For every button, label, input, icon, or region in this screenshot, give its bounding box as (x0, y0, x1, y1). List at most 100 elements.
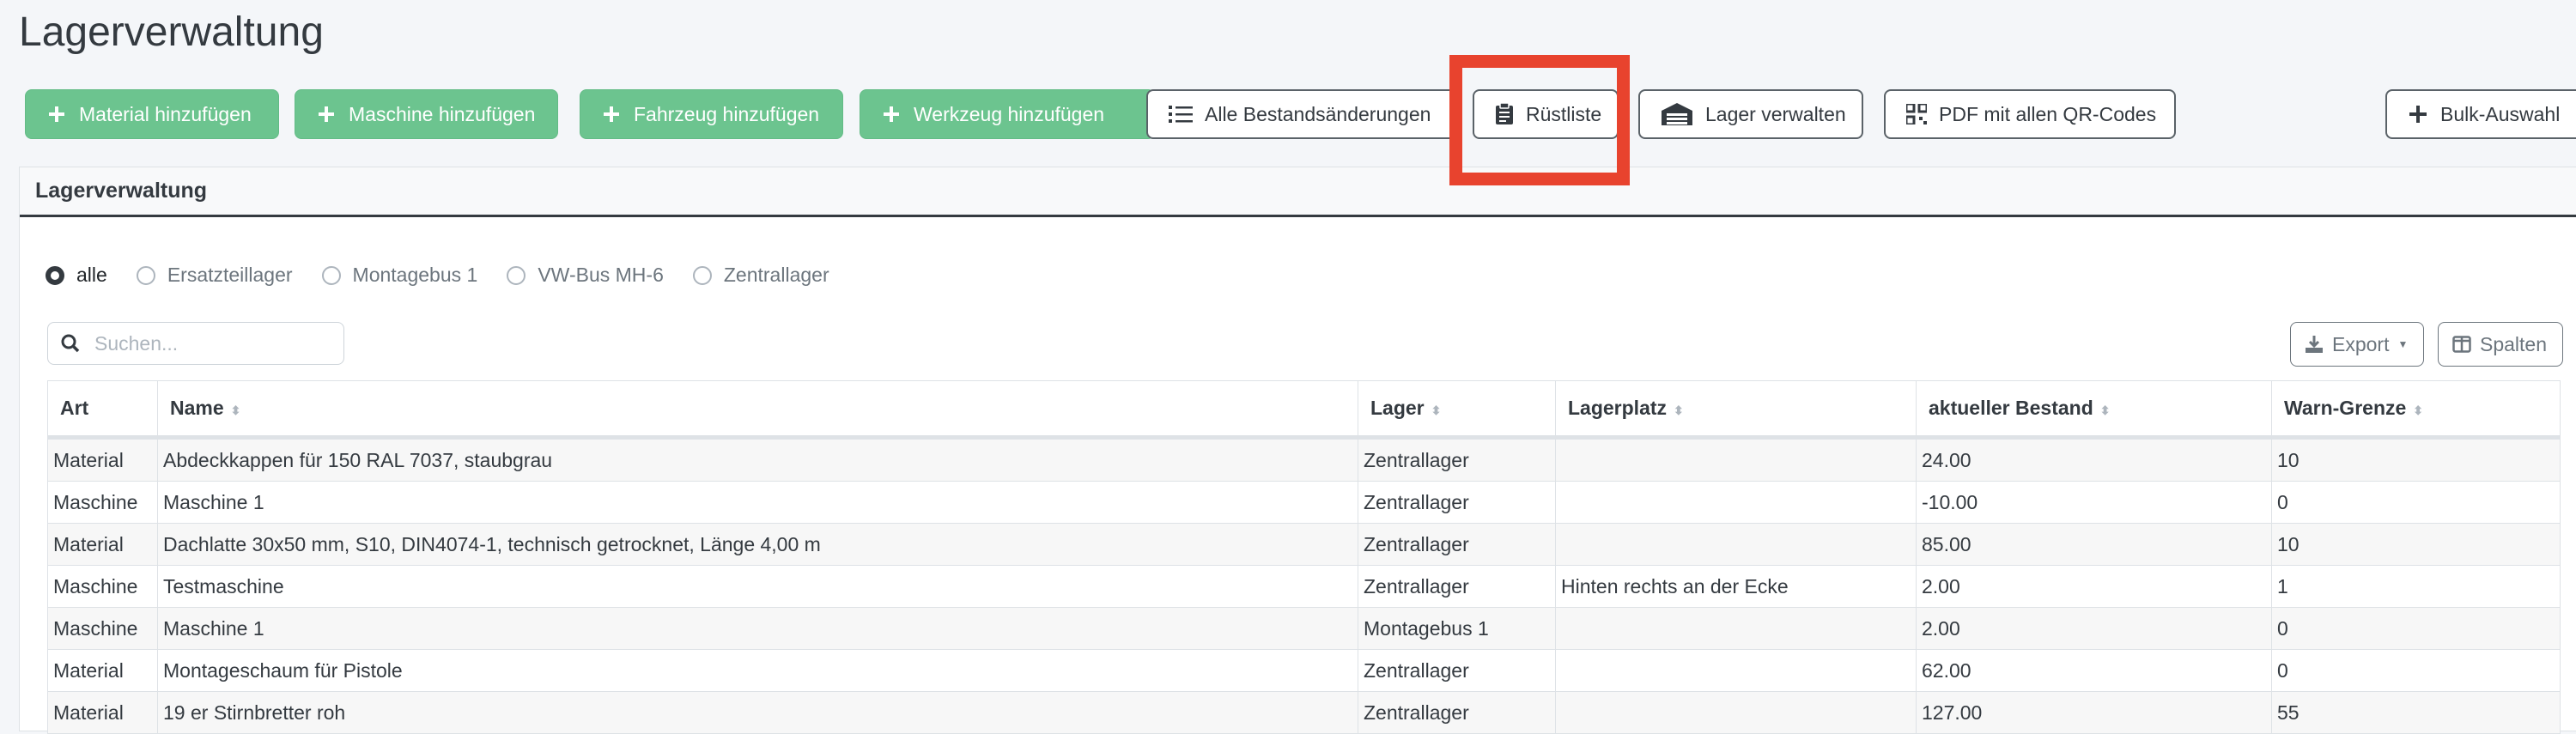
cell-lager: Zentrallager (1358, 565, 1556, 608)
columns-icon (2452, 336, 2471, 353)
add-tool-button[interactable]: Werkzeug hinzufügen (860, 89, 1155, 139)
columns-button[interactable]: Spalten (2438, 322, 2563, 367)
table-row[interactable]: Maschine Testmaschine Zentrallager Hinte… (47, 565, 2561, 608)
add-vehicle-button[interactable]: Fahrzeug hinzufügen (580, 89, 843, 139)
column-header-lagerplatz[interactable]: Lagerplatz ⬍ (1555, 380, 1917, 440)
cell-lager: Montagebus 1 (1358, 607, 1556, 650)
sort-icon: ⬍ (2099, 403, 2111, 417)
cell-name: Maschine 1 (157, 607, 1358, 650)
add-material-label: Material hinzufügen (79, 102, 252, 125)
cell-art: Maschine (47, 481, 158, 524)
cell-warn-grenze: 0 (2271, 649, 2561, 692)
plus-icon (319, 106, 334, 122)
cell-lager: Zentrallager (1358, 691, 1556, 734)
cell-bestand: 62.00 (1916, 649, 2272, 692)
caret-down-icon: ▼ (2397, 338, 2409, 350)
sort-icon: ⬍ (230, 403, 241, 417)
cell-lager: Zentrallager (1358, 437, 1556, 482)
qr-code-icon (1906, 104, 1927, 124)
all-changes-label: Alle Bestandsänderungen (1205, 102, 1431, 125)
bulk-select-label: Bulk-Auswahl (2440, 102, 2561, 125)
add-tool-label: Werkzeug hinzufügen (914, 102, 1105, 125)
warehouse-icon (1662, 103, 1692, 125)
cell-bestand: -10.00 (1916, 481, 2272, 524)
manage-storage-button[interactable]: Lager verwalten (1638, 89, 1863, 139)
column-header-art[interactable]: Art (47, 380, 158, 440)
cell-lager: Zentrallager (1358, 481, 1556, 524)
search-input[interactable] (93, 331, 328, 356)
table-header-row: Art Name ⬍ Lager ⬍ Lagerplatz ⬍ aktueller B… (47, 380, 2561, 440)
cell-lagerplatz: Hinten rechts an der Ecke (1555, 565, 1917, 608)
cell-name: Abdeckkappen für 150 RAL 7037, staubgrau (157, 437, 1358, 482)
header-label: Art (60, 397, 89, 419)
cell-lagerplatz (1555, 691, 1917, 734)
add-material-button[interactable]: Material hinzufügen (25, 89, 279, 139)
cell-art: Material (47, 691, 158, 734)
storage-card: Lagerverwaltung alle Ersatzteillager Mon… (19, 167, 2576, 734)
table-row[interactable]: Material Abdeckkappen für 150 RAL 7037, … (47, 437, 2561, 482)
table-row[interactable]: Maschine Maschine 1 Montagebus 1 2.00 0 (47, 607, 2561, 650)
bulk-select-button[interactable]: Bulk-Auswahl (2385, 89, 2576, 139)
search-icon (48, 334, 93, 353)
table-row[interactable]: Material 19 er Stirnbretter roh Zentrall… (47, 691, 2561, 734)
radio-icon (321, 265, 341, 285)
cell-lagerplatz (1555, 481, 1917, 524)
cell-lager: Zentrallager (1358, 523, 1556, 566)
list-icon (1169, 106, 1193, 123)
cell-name: Dachlatte 30x50 mm, S10, DIN4074-1, tech… (157, 523, 1358, 566)
filter-label: Ersatzteillager (167, 264, 293, 286)
cell-warn-grenze: 55 (2271, 691, 2561, 734)
filter-radio-ersatzteillager[interactable]: Ersatzteillager (136, 264, 293, 287)
cell-bestand: 127.00 (1916, 691, 2272, 734)
cell-bestand: 2.00 (1916, 565, 2272, 608)
cell-art: Material (47, 437, 158, 482)
cell-warn-grenze: 10 (2271, 523, 2561, 566)
cell-bestand: 85.00 (1916, 523, 2272, 566)
table-row[interactable]: Material Dachlatte 30x50 mm, S10, DIN407… (47, 523, 2561, 566)
table-row[interactable]: Maschine Maschine 1 Zentrallager -10.00 … (47, 481, 2561, 524)
plus-icon (884, 106, 899, 122)
pdf-qr-button[interactable]: PDF mit allen QR-Codes (1884, 89, 2176, 139)
cell-name: Testmaschine (157, 565, 1358, 608)
radio-icon (136, 265, 155, 285)
filter-radio-alle[interactable]: alle (46, 264, 107, 287)
cell-warn-grenze: 1 (2271, 565, 2561, 608)
cell-bestand: 2.00 (1916, 607, 2272, 650)
cell-lagerplatz (1555, 437, 1917, 482)
card-title: Lagerverwaltung (35, 179, 208, 203)
export-label: Export (2332, 332, 2390, 355)
column-header-warn-grenze[interactable]: Warn-Grenze ⬍ (2271, 380, 2561, 440)
column-header-name[interactable]: Name ⬍ (157, 380, 1358, 440)
add-machine-button[interactable]: Maschine hinzufügen (295, 89, 558, 139)
download-icon (2306, 336, 2323, 353)
cell-bestand: 24.00 (1916, 437, 2272, 482)
header-label: Lagerplatz (1568, 397, 1668, 419)
plus-icon (604, 106, 619, 122)
filter-radio-zentrallager[interactable]: Zentrallager (692, 264, 829, 287)
all-changes-button[interactable]: Alle Bestandsänderungen (1146, 89, 1457, 139)
cell-warn-grenze: 0 (2271, 481, 2561, 524)
sort-icon: ⬍ (2413, 403, 2424, 417)
add-vehicle-label: Fahrzeug hinzufügen (634, 102, 820, 125)
filter-label: alle (76, 264, 107, 286)
storage-filter: alle Ersatzteillager Montagebus 1 VW-Bus… (46, 264, 859, 287)
sort-icon: ⬍ (1431, 403, 1442, 417)
column-header-lager[interactable]: Lager ⬍ (1358, 380, 1556, 440)
column-header-bestand[interactable]: aktueller Bestand ⬍ (1916, 380, 2272, 440)
filter-radio-montagebus-1[interactable]: Montagebus 1 (321, 264, 478, 287)
cell-warn-grenze: 0 (2271, 607, 2561, 650)
export-dropdown[interactable]: Export ▼ (2290, 322, 2424, 367)
filter-label: Montagebus 1 (352, 264, 478, 286)
header-label: Warn-Grenze (2284, 397, 2407, 419)
card-header: Lagerverwaltung (20, 167, 2576, 217)
search-box (47, 322, 344, 365)
cell-art: Maschine (47, 565, 158, 608)
cell-name: 19 er Stirnbretter roh (157, 691, 1358, 734)
cell-art: Maschine (47, 607, 158, 650)
highlight-box (1449, 55, 1630, 185)
filter-label: Zentrallager (723, 264, 829, 286)
cell-lager: Zentrallager (1358, 649, 1556, 692)
filter-radio-vw-bus[interactable]: VW-Bus MH-6 (507, 264, 664, 287)
table-row[interactable]: Material Montageschaum für Pistole Zentr… (47, 649, 2561, 692)
toolbar: Material hinzufügen Maschine hinzufügen … (25, 89, 2576, 139)
